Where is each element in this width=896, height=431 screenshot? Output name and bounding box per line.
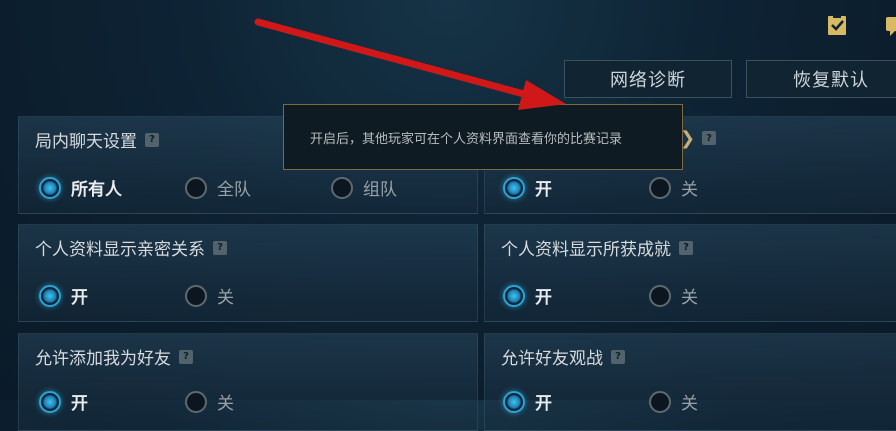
tooltip-text: 开启后，其他玩家可在个人资料界面查看你的比赛记录 — [310, 131, 623, 147]
panel-title: 个人资料显示亲密关系 ? — [35, 235, 227, 260]
option-label: 关 — [681, 288, 698, 308]
radio-option-off[interactable]: 关 — [649, 283, 698, 308]
panel-title: 个人资料显示所获成就 ? — [501, 235, 693, 260]
radio-option-off[interactable]: 关 — [185, 389, 234, 414]
option-label: 开 — [535, 288, 552, 308]
radio-icon — [649, 176, 671, 199]
panel-profile-achievements: 个人资料显示所获成就 ? 开 关 — [484, 224, 896, 322]
radio-icon — [649, 390, 671, 413]
radio-option-on[interactable]: 开 — [503, 175, 552, 200]
radio-selected-icon — [39, 176, 61, 199]
radio-option-off[interactable]: 关 — [649, 175, 698, 200]
radio-option-on[interactable]: 开 — [39, 283, 88, 308]
help-icon[interactable]: ? — [702, 131, 716, 145]
reset-default-button[interactable]: 恢复默认 — [746, 60, 896, 98]
radio-selected-icon — [503, 284, 525, 307]
radio-selected-icon — [503, 390, 525, 413]
option-label: 组队 — [363, 180, 397, 200]
radio-icon — [649, 284, 671, 307]
radio-option-off[interactable]: 关 — [185, 283, 234, 308]
radio-selected-icon — [39, 284, 61, 307]
radio-option-team[interactable]: 全队 — [185, 175, 251, 200]
network-diagnose-button[interactable]: 网络诊断 — [564, 60, 732, 98]
radio-selected-icon — [39, 390, 61, 413]
radio-icon — [185, 176, 207, 199]
radio-selected-icon — [503, 176, 525, 199]
help-icon[interactable]: ? — [679, 240, 693, 255]
panel-title-text: 个人资料显示所获成就 — [501, 240, 671, 260]
panel-title-text: 个人资料显示亲密关系 — [35, 240, 205, 260]
option-label: 开 — [71, 394, 88, 414]
option-label: 关 — [217, 288, 234, 308]
panel-profile-intimacy: 个人资料显示亲密关系 ? 开 关 — [18, 224, 478, 322]
panel-allow-spectate: 允许好友观战 ? 开 关 — [484, 333, 896, 431]
panel-title: 局内聊天设置 ? — [35, 127, 159, 152]
tooltip: 开启后，其他玩家可在个人资料界面查看你的比赛记录 — [283, 104, 683, 170]
radio-option-on[interactable]: 开 — [503, 283, 552, 308]
panel-title-text: 允许好友观战 — [501, 349, 603, 369]
help-icon[interactable]: ? — [179, 349, 193, 364]
radio-option-on[interactable]: 开 — [39, 389, 88, 414]
panel-title: 允许添加我为好友 ? — [35, 344, 193, 369]
option-label: 关 — [681, 394, 698, 414]
option-label: 开 — [535, 180, 552, 200]
panel-title: 允许好友观战 ? — [501, 344, 625, 369]
clipboard-check-icon[interactable] — [824, 12, 850, 38]
option-label: 关 — [217, 394, 234, 414]
panel-title-text: 允许添加我为好友 — [35, 349, 171, 369]
option-label: 关 — [681, 180, 698, 200]
option-label: 开 — [71, 288, 88, 308]
radio-icon — [331, 176, 353, 199]
help-icon[interactable]: ? — [611, 349, 625, 364]
radio-option-party[interactable]: 组队 — [331, 175, 397, 200]
help-icon[interactable]: ? — [145, 132, 159, 147]
option-label: 所有人 — [71, 180, 122, 200]
chat-icon[interactable] — [884, 12, 896, 38]
panel-allow-friend-add: 允许添加我为好友 ? 开 关 — [18, 333, 478, 431]
option-label: 全队 — [217, 180, 251, 200]
chevron-right-icon: ❯ — [680, 128, 696, 149]
radio-option-on[interactable]: 开 — [503, 389, 552, 414]
radio-option-everyone[interactable]: 所有人 — [39, 175, 122, 200]
radio-icon — [185, 284, 207, 307]
radio-option-off[interactable]: 关 — [649, 389, 698, 414]
help-icon[interactable]: ? — [213, 240, 227, 255]
panel-title-text: 局内聊天设置 — [35, 132, 137, 152]
option-label: 开 — [535, 394, 552, 414]
radio-icon — [185, 390, 207, 413]
